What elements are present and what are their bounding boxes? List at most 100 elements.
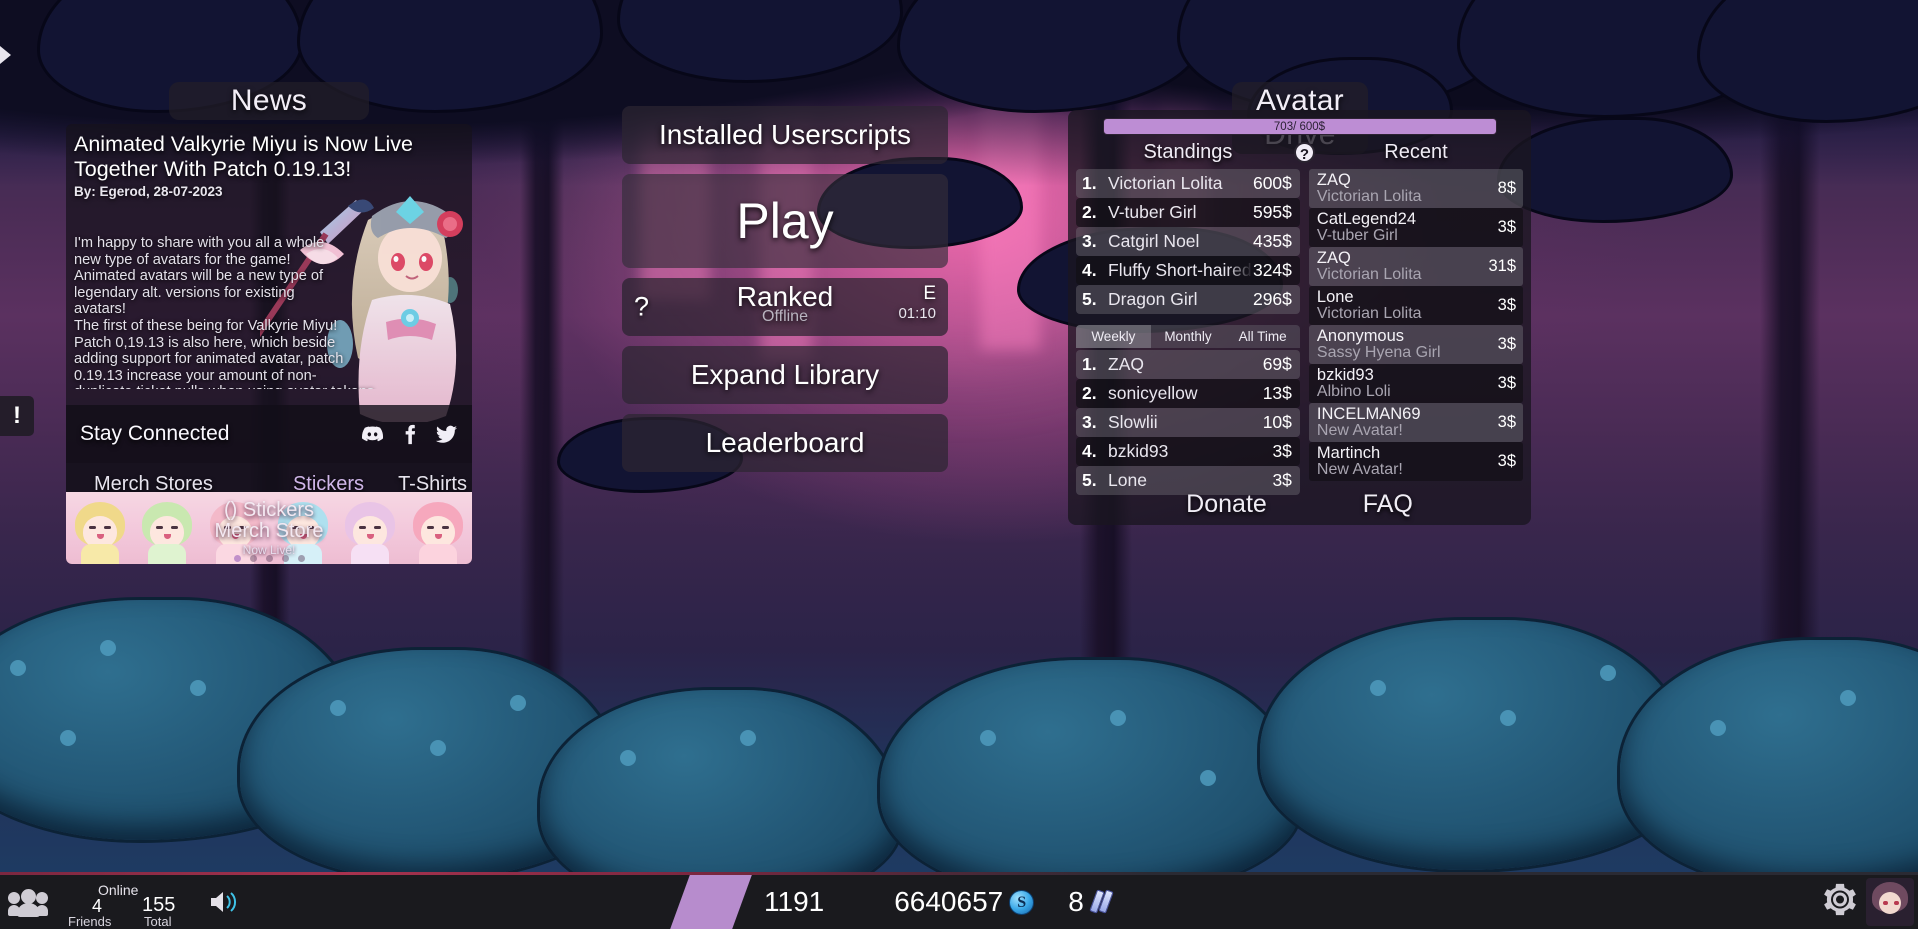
ticket-icon <box>1089 889 1116 914</box>
avatar-name: V-tuber Girl <box>1108 202 1197 222</box>
currency-2[interactable]: 6640657 <box>894 886 1035 918</box>
recent-user: ZAQ <box>1316 249 1351 267</box>
gear-icon[interactable] <box>1822 882 1858 923</box>
table-row[interactable]: 4. Fluffy Short-haired 324$ <box>1076 256 1300 285</box>
recent-avatar: V-tuber Girl <box>1316 227 1398 244</box>
rank-number: 3. <box>1082 231 1097 251</box>
list-item[interactable]: CatLegend24 V-tuber Girl 3$ <box>1308 208 1523 247</box>
avatar-name: Fluffy Short-haired <box>1108 260 1252 280</box>
carousel-dot[interactable] <box>249 555 257 562</box>
friends-block[interactable]: Online 4 Friends 155 Total <box>0 882 194 929</box>
tab-all-time[interactable]: All Time <box>1225 325 1300 348</box>
donator-name: Lone <box>1108 470 1147 490</box>
carousel-dot[interactable] <box>281 555 289 562</box>
drive-progress-label: 703/ 600$ <box>1273 120 1326 133</box>
table-row[interactable]: 3. Slowlii 10$ <box>1076 408 1300 437</box>
table-row[interactable]: 3. Catgirl Noel 435$ <box>1076 227 1300 256</box>
recent-who: ZAQ Victorian Lolita <box>1317 172 1498 206</box>
list-item[interactable]: ZAQ Victorian Lolita 8$ <box>1308 169 1523 208</box>
soul-coin-icon <box>1009 889 1035 915</box>
avatar-name: Victorian Lolita <box>1108 173 1223 193</box>
rank-number: 4. <box>1082 260 1097 280</box>
table-row[interactable]: 5. Dragon Girl 296$ <box>1076 285 1300 314</box>
avatar-name: Dragon Girl <box>1108 289 1198 309</box>
leaderboard-button[interactable]: Leaderboard <box>622 414 948 472</box>
total-label: Total <box>144 914 172 929</box>
standings-list: 1. Victorian Lolita 600$ 2. V-tuber Girl… <box>1076 169 1300 314</box>
rank-number: 2. <box>1082 383 1097 403</box>
discord-icon[interactable] <box>361 423 384 446</box>
banner-carousel-dots[interactable] <box>66 555 472 562</box>
ranked-grade-block: E 01:10 <box>898 284 936 324</box>
speaker-icon[interactable] <box>208 889 238 915</box>
table-row[interactable]: 1. ZAQ 69$ <box>1076 350 1300 379</box>
news-card[interactable]: Animated Valkyrie Miyu is Now Live Toget… <box>66 124 472 564</box>
recent-who: bzkid93 Albino Loli <box>1316 366 1498 401</box>
currency-1-value: 1191 <box>764 886 825 917</box>
list-item[interactable]: Anonymous Sassy Hyena Girl 3$ <box>1308 325 1523 364</box>
expand-library-button[interactable]: Expand Library <box>622 346 948 404</box>
rank-number: 1. <box>1082 173 1097 193</box>
facebook-icon[interactable] <box>398 423 421 446</box>
drive-columns: Standings 1. Victorian Lolita 600$ 2. V-… <box>1076 141 1523 495</box>
carousel-dot[interactable] <box>265 555 273 562</box>
faq-button[interactable]: FAQ <box>1363 490 1413 519</box>
avatar-drive-panel: 703/ 600$ ? Standings 1. Victorian Lolit… <box>1068 110 1531 525</box>
ranked-button[interactable]: ? Ranked Offline E 01:10 <box>622 278 948 336</box>
donator-value: 3$ <box>1272 441 1292 461</box>
tab-monthly[interactable]: Monthly <box>1151 325 1226 348</box>
list-item[interactable]: ZAQ Victorian Lolita 31$ <box>1308 247 1523 286</box>
recent-column: Recent ZAQ Victorian Lolita 8$ CatLegend… <box>1308 141 1523 495</box>
list-item[interactable]: INCELMAN69 New Avatar! 3$ <box>1308 403 1523 442</box>
donator-name: ZAQ <box>1108 354 1144 374</box>
rank-number: 1. <box>1082 354 1097 374</box>
table-row[interactable]: 2. V-tuber Girl 595$ <box>1076 198 1300 227</box>
rank-number: 3. <box>1082 412 1097 432</box>
donate-button[interactable]: Donate <box>1186 490 1267 519</box>
recent-avatar: Albino Loli <box>1316 383 1391 400</box>
recent-amount: 3$ <box>1497 374 1516 392</box>
recent-amount: 3$ <box>1497 296 1516 314</box>
avatar-value: 595$ <box>1252 202 1292 222</box>
list-item[interactable]: Lone Victorian Lolita 3$ <box>1308 286 1523 325</box>
twitter-icon[interactable] <box>435 423 458 446</box>
alert-tab[interactable]: ! <box>0 396 34 436</box>
friends-label: Friends <box>68 914 112 929</box>
avatar-thumbnail[interactable] <box>1866 878 1914 926</box>
play-button[interactable]: Play <box>622 174 948 268</box>
table-row[interactable]: 4. bzkid93 3$ <box>1076 437 1300 466</box>
standings-header-wrap: Standings <box>1076 141 1300 169</box>
donator-name: sonicyellow <box>1108 383 1198 403</box>
recent-amount: 3$ <box>1497 218 1516 236</box>
currency-3[interactable]: 8 <box>1034 886 1116 918</box>
recent-list: ZAQ Victorian Lolita 8$ CatLegend24 V-tu… <box>1308 169 1523 481</box>
question-mark-icon[interactable]: ? <box>1294 142 1315 163</box>
currency-1[interactable]: 1191 <box>764 886 894 918</box>
recent-user: bzkid93 <box>1316 366 1374 384</box>
chevron-right-icon[interactable] <box>0 46 11 64</box>
recent-amount: 8$ <box>1497 179 1516 197</box>
table-row[interactable]: 1. Victorian Lolita 600$ <box>1076 169 1300 198</box>
recent-amount: 3$ <box>1497 413 1516 431</box>
carousel-dot[interactable] <box>233 555 241 562</box>
donator-value: 13$ <box>1262 383 1292 403</box>
donator-value: 10$ <box>1262 412 1292 432</box>
list-item[interactable]: bzkid93 Albino Loli 3$ <box>1308 364 1523 403</box>
tab-weekly[interactable]: Weekly <box>1076 325 1151 348</box>
recent-amount: 31$ <box>1488 257 1516 275</box>
rank-number: 5. <box>1082 289 1097 309</box>
recent-avatar: Sassy Hyena Girl <box>1316 344 1441 361</box>
donator-value: 3$ <box>1272 470 1292 490</box>
carousel-dot[interactable] <box>297 555 305 562</box>
sticker-merch-banner[interactable]: () Stickers Merch Store Now Live! <box>66 492 472 564</box>
list-item[interactable]: Martinch New Avatar! 3$ <box>1308 442 1523 481</box>
table-row[interactable]: 2. sonicyellow 13$ <box>1076 379 1300 408</box>
rank-number: 5. <box>1082 470 1097 490</box>
avatar-value: 600$ <box>1252 173 1292 193</box>
installed-userscripts-button[interactable]: Installed Userscripts <box>622 106 948 164</box>
stay-connected-label: Stay Connected <box>80 422 230 445</box>
recent-who: CatLegend24 V-tuber Girl <box>1316 211 1498 245</box>
friends-counts: Online 4 Friends 155 Total <box>54 882 194 929</box>
recent-user: Anonymous <box>1316 327 1405 345</box>
standings-header: Standings <box>1143 141 1233 163</box>
